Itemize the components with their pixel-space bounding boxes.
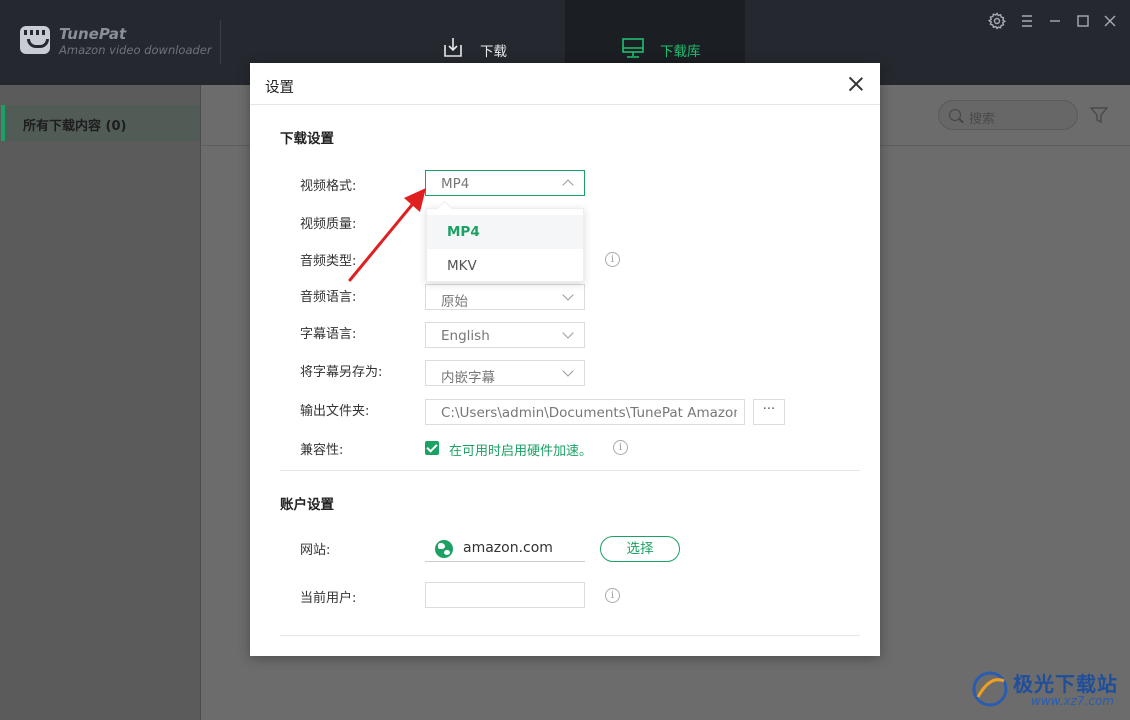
video-format-value: MP4 bbox=[441, 176, 470, 192]
app-subtitle: Amazon video downloader bbox=[59, 43, 212, 57]
section-divider bbox=[280, 635, 860, 636]
subtitle-language-value: English bbox=[441, 328, 490, 344]
dropdown-option-mkv[interactable]: MKV bbox=[427, 249, 583, 283]
hardware-acceleration-checkbox[interactable] bbox=[425, 441, 439, 455]
save-subtitle-select[interactable]: 内嵌字幕 bbox=[425, 360, 585, 386]
watermark-title: 极光下载站 bbox=[1013, 672, 1118, 696]
menu-icon[interactable] bbox=[1018, 12, 1036, 30]
section-divider bbox=[280, 470, 860, 471]
library-icon bbox=[622, 38, 644, 58]
video-format-dropdown: MP4 MKV bbox=[426, 208, 584, 282]
dialog-close-icon[interactable] bbox=[847, 75, 865, 93]
search-placeholder: 搜索 bbox=[969, 112, 996, 127]
audio-language-value: 原始 bbox=[441, 294, 468, 310]
save-subtitle-label: 将字幕另存为: bbox=[300, 365, 383, 380]
save-subtitle-value: 内嵌字幕 bbox=[441, 370, 495, 386]
settings-dialog: 设置 下载设置 视频格式: MP4 视频质量: 音频类型: i 音频语言: 原始… bbox=[250, 63, 880, 656]
maximize-icon[interactable] bbox=[1074, 12, 1092, 30]
subtitle-language-label: 字幕语言: bbox=[300, 327, 357, 342]
choose-website-button[interactable]: 选择 bbox=[600, 536, 680, 562]
dialog-header: 设置 bbox=[250, 63, 880, 105]
annotation-arrow-icon bbox=[348, 188, 426, 282]
watermark-url: www.xz7.com bbox=[1031, 694, 1114, 708]
minimize-icon[interactable] bbox=[1046, 12, 1064, 30]
current-user-input[interactable] bbox=[425, 582, 585, 608]
website-label: 网站: bbox=[300, 543, 331, 558]
current-user-label: 当前用户: bbox=[300, 591, 357, 606]
chevron-down-icon bbox=[562, 327, 574, 339]
output-folder-value: C:\Users\admin\Documents\TunePat Amazon … bbox=[441, 405, 737, 421]
brand-divider bbox=[220, 20, 221, 64]
browse-folder-button[interactable]: ··· bbox=[753, 399, 785, 425]
watermark: 极光下载站 www.xz7.com bbox=[965, 664, 1125, 716]
output-folder-input[interactable]: C:\Users\admin\Documents\TunePat Amazon … bbox=[425, 399, 745, 425]
dropdown-option-mp4[interactable]: MP4 bbox=[427, 215, 583, 249]
subtitle-language-select[interactable]: English bbox=[425, 322, 585, 348]
compatibility-label: 兼容性: bbox=[300, 443, 344, 458]
tab-library-label: 下载库 bbox=[660, 44, 701, 60]
website-value: amazon.com bbox=[463, 540, 553, 556]
output-folder-label: 输出文件夹: bbox=[300, 404, 370, 419]
download-settings-title: 下载设置 bbox=[280, 131, 334, 147]
window-close-icon[interactable] bbox=[1101, 12, 1119, 30]
audio-language-select[interactable]: 原始 bbox=[425, 284, 585, 310]
account-settings-title: 账户设置 bbox=[280, 497, 334, 513]
chevron-up-icon bbox=[562, 179, 574, 191]
info-icon[interactable]: i bbox=[605, 252, 620, 267]
chevron-down-icon bbox=[562, 289, 574, 301]
download-icon bbox=[444, 38, 462, 57]
sidebar-item-all-downloads[interactable]: 所有下载内容 (0) bbox=[1, 105, 200, 141]
filter-icon[interactable] bbox=[1089, 105, 1109, 125]
search-icon bbox=[949, 109, 961, 121]
chevron-down-icon bbox=[562, 365, 574, 377]
info-icon[interactable]: i bbox=[605, 588, 620, 603]
app-name: TunePat bbox=[59, 25, 127, 43]
sidebar: 所有下载内容 (0) bbox=[0, 85, 201, 720]
info-icon[interactable]: i bbox=[613, 440, 628, 455]
website-field: amazon.com bbox=[425, 536, 585, 562]
tab-download-label: 下载 bbox=[480, 44, 507, 60]
globe-icon bbox=[435, 540, 453, 558]
tunepat-logo-icon bbox=[20, 26, 50, 54]
gear-icon[interactable] bbox=[988, 12, 1006, 30]
video-format-select[interactable]: MP4 bbox=[425, 170, 585, 196]
hardware-acceleration-label[interactable]: 在可用时启用硬件加速。 bbox=[449, 440, 592, 459]
dialog-title: 设置 bbox=[265, 80, 294, 96]
watermark-logo-icon bbox=[972, 671, 1008, 707]
search-input[interactable]: 搜索 bbox=[938, 100, 1078, 130]
sidebar-item-label: 所有下载内容 (0) bbox=[23, 119, 127, 134]
